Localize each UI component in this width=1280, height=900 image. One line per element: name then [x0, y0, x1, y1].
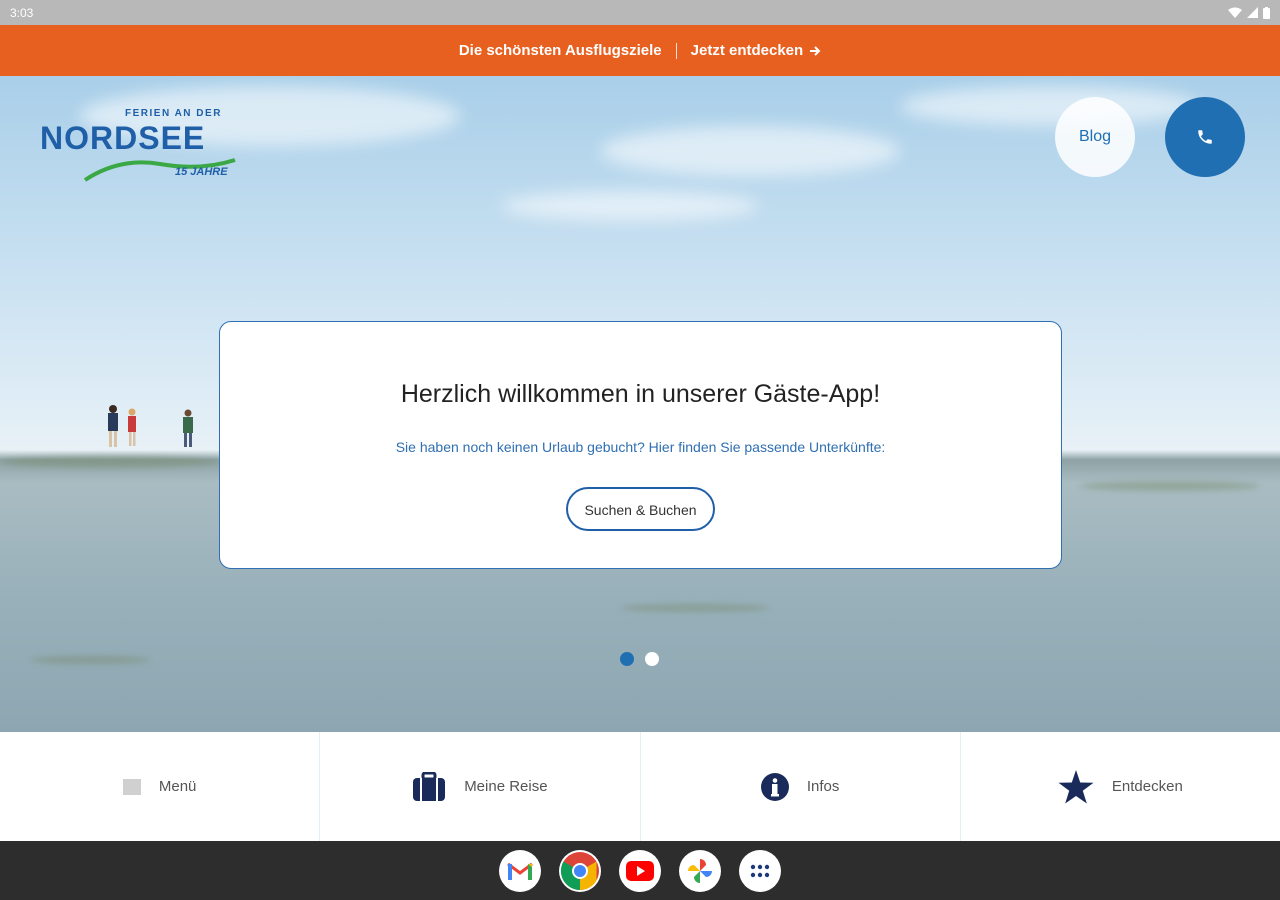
- nav-item-infos[interactable]: Infos: [641, 732, 961, 841]
- cloud: [500, 191, 760, 221]
- cloud: [900, 86, 1200, 126]
- status-time: 3:03: [10, 5, 34, 20]
- chrome-icon[interactable]: [559, 849, 601, 892]
- walkers-figure: [108, 405, 193, 447]
- mudflat-patch: [30, 656, 150, 664]
- promo-link-label: Jetzt entdecken: [690, 42, 804, 59]
- phone-icon: [1198, 130, 1212, 144]
- mudflat-patch: [1080, 481, 1260, 491]
- wifi-icon: [1228, 7, 1242, 18]
- status-icons: [1228, 6, 1270, 19]
- logo-years: 15 JAHRE: [175, 166, 228, 178]
- signal-icon: [1247, 7, 1258, 18]
- battery-icon: [1263, 6, 1270, 19]
- search-book-button[interactable]: Suchen & Buchen: [566, 487, 715, 531]
- photos-icon[interactable]: [679, 849, 721, 892]
- nav-item-menu[interactable]: Menü: [0, 732, 321, 841]
- gmail-icon[interactable]: [499, 849, 541, 892]
- nav-item-label: Entdecken: [1111, 778, 1183, 795]
- blog-button[interactable]: Blog: [1055, 97, 1135, 177]
- carousel-dot-1[interactable]: [620, 652, 634, 666]
- call-button[interactable]: [1165, 97, 1245, 177]
- nav-item-label: Infos: [806, 778, 840, 795]
- mudflat-patch: [620, 604, 770, 612]
- carousel-indicators: [620, 652, 659, 666]
- apps-grid-icon[interactable]: [739, 849, 781, 892]
- cloud: [600, 126, 900, 176]
- system-taskbar: [0, 841, 1280, 900]
- logo-subtitle: FERIEN AN DER: [125, 108, 222, 119]
- promo-link[interactable]: Jetzt entdecken: [691, 42, 822, 59]
- welcome-card: Herzlich willkommen in unserer Gäste-App…: [219, 321, 1062, 569]
- carousel-dot-2[interactable]: [645, 652, 659, 666]
- promo-text: Die schönsten Ausflugsziele: [458, 42, 662, 59]
- menu-icon: [122, 778, 141, 795]
- nav-item-my-trip[interactable]: Meine Reise: [320, 732, 641, 841]
- nav-item-discover[interactable]: Entdecken: [961, 732, 1280, 841]
- arrow-right-icon: [810, 45, 821, 56]
- info-icon: [760, 772, 789, 801]
- nordsee-logo[interactable]: FERIEN AN DER NORDSEE 15 JAHRE: [40, 108, 245, 190]
- blog-label: Blog: [1078, 128, 1112, 145]
- promo-divider: [675, 42, 677, 59]
- bottom-navigation: Menü Meine Reise Infos Entdecken: [0, 732, 1280, 841]
- welcome-title: Herzlich willkommen in unserer Gäste-App…: [400, 380, 881, 408]
- promo-banner[interactable]: Die schönsten Ausflugsziele Jetzt entdec…: [0, 25, 1280, 76]
- star-icon: [1058, 769, 1094, 803]
- welcome-subtitle: Sie haben noch keinen Urlaub gebucht? Hi…: [395, 439, 886, 455]
- status-bar: 3:03: [0, 0, 1280, 25]
- suitcase-icon: [413, 771, 446, 801]
- nav-item-label: Menü: [158, 778, 197, 795]
- youtube-icon[interactable]: [619, 849, 661, 892]
- nav-item-label: Meine Reise: [464, 778, 548, 795]
